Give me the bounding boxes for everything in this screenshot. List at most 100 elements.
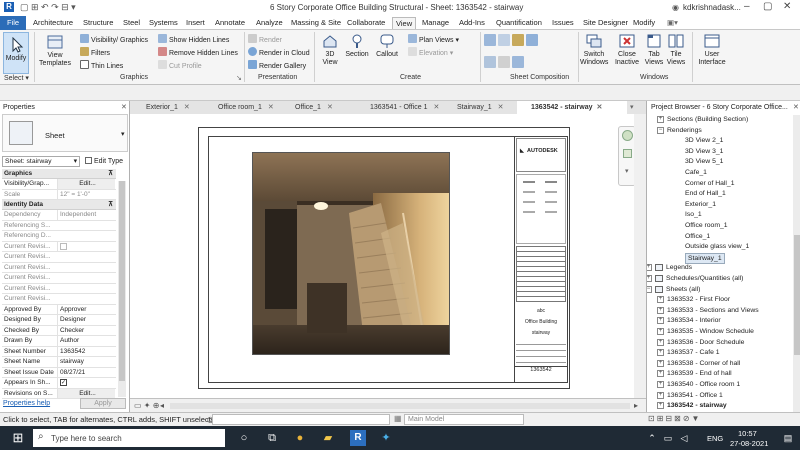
browser-tree-item[interactable]: 1363533 - Sections and Views xyxy=(667,306,759,315)
expand-icon[interactable]: + xyxy=(657,317,664,325)
view-tab[interactable]: Exterior_1 ✕ xyxy=(132,101,190,114)
user-name[interactable]: kdkrishnadask... xyxy=(683,3,741,12)
maximize-icon[interactable]: ▢ xyxy=(763,1,772,12)
design-option-dropdown[interactable]: Main Model xyxy=(404,414,524,425)
property-value[interactable]: stairway xyxy=(57,357,115,367)
rendering-view-item[interactable]: End of Hall_1 xyxy=(685,189,726,198)
clock-time[interactable]: 10:57 xyxy=(738,429,757,438)
section-button[interactable]: Section xyxy=(344,33,370,59)
appears-in-sheet-list-checkbox[interactable]: ✓ xyxy=(60,379,67,386)
graphics-dialog-launcher-icon[interactable]: ↘ xyxy=(236,74,242,82)
remove-hidden-lines-button[interactable]: Remove Hidden Lines xyxy=(158,47,238,58)
type-selector[interactable]: Sheet ▾ xyxy=(2,114,128,152)
render-in-cloud-button[interactable]: Render in Cloud xyxy=(248,47,310,58)
property-row[interactable]: Current Revisi... xyxy=(2,284,116,294)
rendering-view-item[interactable]: 3D View 2_1 xyxy=(685,136,723,145)
selection-filter-icons[interactable]: ⊡⊞⊟⊠⊘▼ xyxy=(648,414,701,423)
graphics-section[interactable]: Graphics ⊼ xyxy=(2,169,116,179)
chrome-icon[interactable]: ● xyxy=(292,430,308,446)
minimize-icon[interactable]: – xyxy=(744,1,750,12)
property-value[interactable]: ✓ xyxy=(57,378,115,388)
browser-tree-item[interactable]: 1363536 - Door Schedule xyxy=(667,338,744,347)
tab-modify[interactable]: Modify xyxy=(630,17,658,29)
scroll-right-icon[interactable]: ▸ xyxy=(634,401,638,410)
browser-tree-item[interactable]: 1363542 - stairway xyxy=(667,401,727,410)
tab-collaborate[interactable]: Collaborate xyxy=(344,17,388,29)
drawing-area[interactable]: ◣ AUTODESK abc Office Building stairway … xyxy=(130,114,642,398)
tab-add-ins[interactable]: Add-Ins xyxy=(456,17,488,29)
browser-tree-item[interactable]: 1363540 - Office room 1 xyxy=(667,380,740,389)
expand-icon[interactable]: + xyxy=(657,370,664,378)
browser-tree-item[interactable]: 1363532 - First Floor xyxy=(667,295,730,304)
collapse-icon[interactable]: − xyxy=(647,285,652,293)
file-explorer-icon[interactable]: ▰ xyxy=(320,430,336,446)
property-value[interactable]: 08/27/21 xyxy=(57,367,115,378)
tab-massing-site[interactable]: Massing & Site xyxy=(288,17,344,29)
tab-insert[interactable]: Insert xyxy=(183,17,208,29)
tab-site-designer[interactable]: Site Designer xyxy=(580,17,631,29)
rendering-view-item[interactable]: Office room_1 xyxy=(685,221,728,230)
view-tab-active[interactable]: 1363542 - stairway ✕ xyxy=(517,101,627,114)
expand-icon[interactable]: + xyxy=(657,391,664,399)
stairway-rendering-image[interactable] xyxy=(252,152,450,355)
windows-start-icon[interactable]: ⊞ xyxy=(10,430,26,446)
collapse-icon[interactable]: − xyxy=(657,126,664,134)
sheet-composition-tools[interactable] xyxy=(484,34,572,70)
revit-logo-icon[interactable]: R xyxy=(4,2,14,12)
browser-tree-item[interactable]: Sections (Building Section) xyxy=(667,115,748,124)
browser-scrollbar[interactable] xyxy=(793,115,800,412)
tab-architecture[interactable]: Architecture xyxy=(30,17,76,29)
tab-annotate[interactable]: Annotate xyxy=(212,17,248,29)
render-button[interactable]: Render xyxy=(248,34,282,45)
tab-systems[interactable]: Systems xyxy=(146,17,181,29)
nav-options-icon[interactable]: ▾ xyxy=(625,167,629,175)
view-tab[interactable]: 1363541 - Office 1 ✕ xyxy=(356,101,439,114)
browser-tree-item[interactable]: 1363538 - Corner of hall xyxy=(667,359,740,368)
rendering-view-item[interactable]: Cafe_1 xyxy=(685,168,707,177)
filters-button[interactable]: Filters xyxy=(80,47,110,58)
steering-wheel-icon[interactable] xyxy=(622,130,633,141)
property-row[interactable]: Sheet Issue Date 08/27/21 xyxy=(2,367,116,378)
browser-tree-item[interactable]: 1363537 - Cafe 1 xyxy=(667,348,720,357)
rendering-view-item[interactable]: Exterior_1 xyxy=(685,200,716,209)
task-view-icon[interactable]: ⧉ xyxy=(264,430,280,446)
tab-file[interactable]: File xyxy=(0,16,26,30)
thin-lines-button[interactable]: Thin Lines xyxy=(80,60,123,71)
property-row[interactable]: Designed By Designer xyxy=(2,315,116,326)
identity-data-section[interactable]: Identity Data ⊼ xyxy=(2,200,116,210)
select-dropdown[interactable]: Select ▾ xyxy=(4,74,29,82)
browser-category-item[interactable]: Legends xyxy=(666,263,692,272)
view-tab[interactable]: Stairway_1 ✕ xyxy=(443,101,504,114)
expand-icon[interactable]: + xyxy=(647,275,652,282)
revit-taskbar-icon[interactable]: R xyxy=(350,430,366,446)
property-row[interactable]: Referencing S... xyxy=(2,221,116,231)
visibility-edit-button[interactable]: Edit... xyxy=(57,179,115,189)
property-value[interactable] xyxy=(57,241,115,252)
tray-chevron-icon[interactable]: ⌃ xyxy=(644,430,660,446)
rendering-view-item[interactable]: 3D View 5_1 xyxy=(685,157,723,166)
zoom-icon[interactable] xyxy=(623,149,632,158)
property-row[interactable]: Current Revisi... xyxy=(2,263,116,273)
expand-icon[interactable]: + xyxy=(657,359,664,367)
app-taskbar-icon[interactable]: ✦ xyxy=(378,430,394,446)
expand-icon[interactable]: + xyxy=(657,349,664,357)
taskbar-search-box[interactable]: ⌕ Type here to search xyxy=(33,429,225,447)
design-options-icon[interactable]: ▦ xyxy=(394,414,402,423)
tab-overflow-icon[interactable]: ▾ xyxy=(630,101,634,114)
ribbon-collapse-icon[interactable]: ▣▾ xyxy=(664,17,681,29)
close-browser-icon[interactable]: ✕ xyxy=(793,103,799,111)
scroll-left-icon[interactable]: ◂ xyxy=(160,401,164,410)
expand-icon[interactable]: + xyxy=(647,264,652,272)
expand-icon[interactable]: + xyxy=(657,306,664,314)
property-row[interactable]: Current Revisi... xyxy=(2,294,116,305)
type-dropdown-icon[interactable]: ▾ xyxy=(121,130,125,138)
canvas-vertical-scrollbar[interactable] xyxy=(634,114,642,398)
expand-icon[interactable]: + xyxy=(657,402,664,410)
browser-category-item[interactable]: Sheets (all) xyxy=(666,285,700,294)
property-value[interactable]: Independent xyxy=(57,210,115,220)
property-row[interactable]: Current Revisi... xyxy=(2,252,116,263)
property-row[interactable]: Drawn By Author xyxy=(2,336,116,347)
property-row[interactable]: Sheet Number 1363542 xyxy=(2,346,116,357)
property-row[interactable]: Checked By Checker xyxy=(2,325,116,336)
tab-quantification[interactable]: Quantification xyxy=(493,17,545,29)
